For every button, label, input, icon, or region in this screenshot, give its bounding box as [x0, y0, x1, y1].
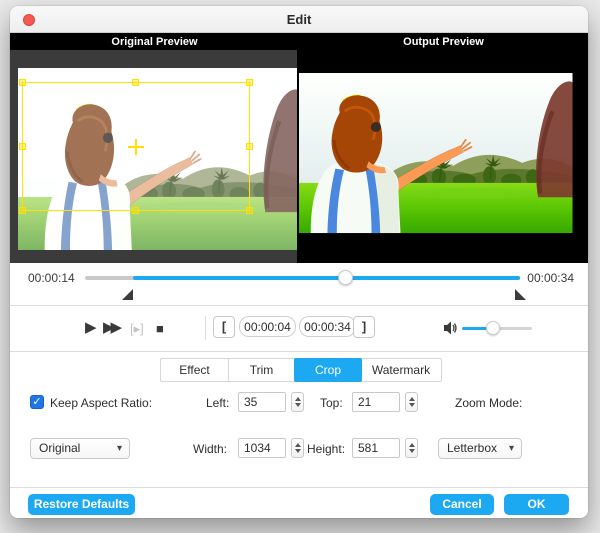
left-label: Left:: [206, 396, 229, 410]
output-video-frame: [299, 73, 588, 245]
top-input[interactable]: [352, 392, 400, 412]
original-preview-pane: [10, 50, 299, 263]
top-label: Top:: [320, 396, 343, 410]
left-input[interactable]: [238, 392, 286, 412]
trim-start-input[interactable]: [239, 316, 296, 337]
title-bar: Edit: [10, 6, 588, 33]
tab-trim[interactable]: Trim: [229, 359, 295, 381]
dialog-footer: Restore Defaults Cancel OK: [10, 487, 588, 518]
timeline-section: 00:00:14 00:00:34: [10, 263, 588, 305]
play-icon[interactable]: ▶: [85, 318, 97, 338]
fast-forward-icon[interactable]: ▶▶: [103, 318, 118, 338]
tab-effect[interactable]: Effect: [161, 359, 229, 381]
height-label: Height:: [307, 442, 345, 456]
tab-crop[interactable]: Crop: [294, 358, 362, 382]
crop-handle-middle-right[interactable]: [246, 143, 253, 150]
set-trim-start-button[interactable]: [: [213, 316, 235, 338]
trim-end-input[interactable]: [299, 316, 356, 337]
divider: [10, 351, 588, 352]
chevron-down-icon: ▾: [117, 439, 122, 458]
output-preview-label: Output Preview: [299, 36, 588, 48]
crop-handle-bottom-middle[interactable]: [132, 207, 139, 214]
crop-handle-top-middle[interactable]: [132, 79, 139, 86]
volume-icon[interactable]: [443, 320, 459, 336]
width-input[interactable]: [238, 438, 286, 458]
crop-handle-bottom-right[interactable]: [246, 207, 253, 214]
trim-start-marker[interactable]: [122, 289, 133, 300]
crop-handle-bottom-left[interactable]: [19, 207, 26, 214]
keep-aspect-ratio-label: Keep Aspect Ratio:: [50, 396, 152, 410]
transport-controls: ▶ ▶▶ [▸] ■ [ ]: [10, 306, 588, 351]
edit-dialog: Edit Original Preview Output Preview: [10, 6, 588, 518]
restore-defaults-button[interactable]: Restore Defaults: [28, 494, 135, 515]
zoom-mode-value: Letterbox: [447, 441, 497, 455]
crop-selection-box[interactable]: [22, 82, 250, 211]
set-trim-end-button[interactable]: ]: [353, 316, 375, 338]
keep-aspect-ratio-checkbox[interactable]: ✓: [30, 395, 44, 409]
chevron-down-icon: ▾: [509, 439, 514, 458]
tab-bar: Effect Trim Crop Watermark: [160, 358, 442, 382]
aspect-ratio-value: Original: [39, 441, 80, 455]
timeline-end-time: 00:00:34: [527, 271, 574, 285]
original-video-frame: [18, 68, 299, 250]
crop-handle-middle-left[interactable]: [19, 143, 26, 150]
timeline-start-time: 00:00:14: [28, 271, 75, 285]
ok-button[interactable]: OK: [504, 494, 569, 515]
timeline-track[interactable]: [85, 276, 520, 280]
output-preview-pane: [299, 50, 588, 263]
preview-area: Original Preview Output Preview: [10, 33, 588, 263]
aspect-ratio-select[interactable]: Original ▾: [30, 438, 130, 459]
zoom-mode-select[interactable]: Letterbox ▾: [438, 438, 522, 459]
crop-handle-top-right[interactable]: [246, 79, 253, 86]
top-stepper[interactable]: [405, 392, 418, 412]
crop-center-crosshair[interactable]: [128, 139, 144, 155]
stop-icon[interactable]: ■: [156, 319, 164, 339]
window-title: Edit: [10, 12, 588, 27]
crop-handle-top-left[interactable]: [19, 79, 26, 86]
volume-slider[interactable]: [462, 327, 532, 330]
playhead-thumb[interactable]: [338, 270, 353, 285]
cancel-button[interactable]: Cancel: [430, 494, 494, 515]
width-label: Width:: [193, 442, 227, 456]
height-stepper[interactable]: [405, 438, 418, 458]
volume-slider-thumb[interactable]: [486, 321, 500, 335]
crop-settings-panel: ✓ Keep Aspect Ratio: Left: Top: Zoom Mod…: [10, 386, 588, 487]
height-input[interactable]: [352, 438, 400, 458]
trim-end-marker[interactable]: [515, 289, 526, 300]
timeline-selected-range: [133, 276, 520, 280]
zoom-mode-label: Zoom Mode:: [455, 396, 522, 410]
left-stepper[interactable]: [291, 392, 304, 412]
width-stepper[interactable]: [291, 438, 304, 458]
original-preview-label: Original Preview: [10, 36, 299, 48]
divider: [205, 316, 206, 340]
tab-watermark[interactable]: Watermark: [361, 359, 441, 381]
play-segment-icon[interactable]: [▸]: [130, 319, 144, 339]
